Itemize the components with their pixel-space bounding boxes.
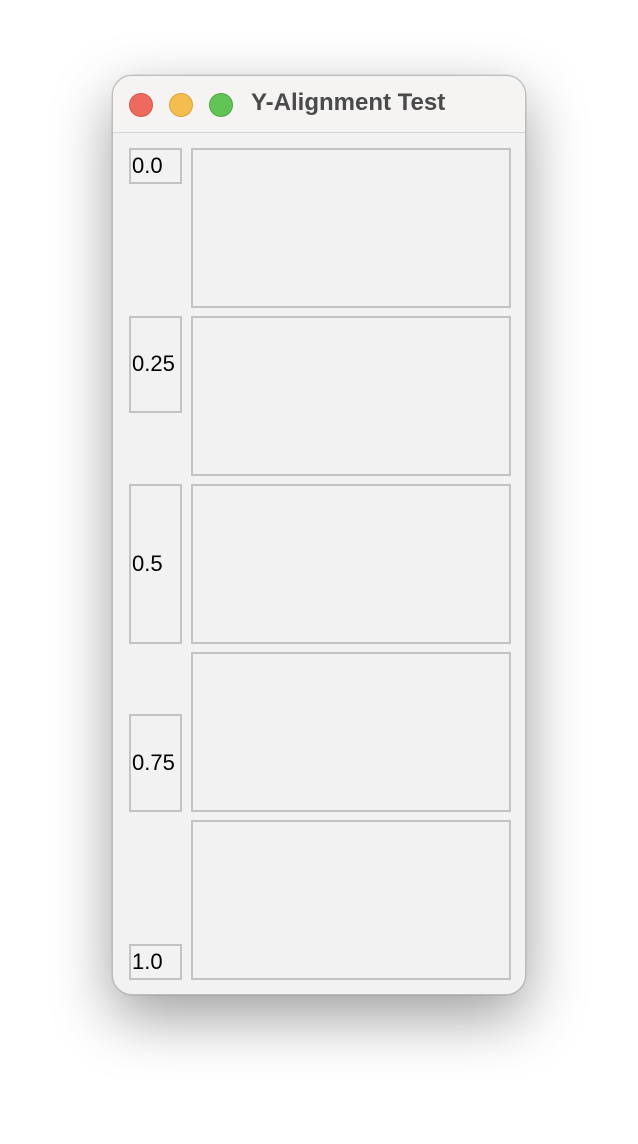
- label-1: 0.25: [132, 351, 175, 376]
- zoom-button[interactable]: [209, 93, 233, 117]
- panel-2: [191, 484, 511, 644]
- label-3-box: 0.75: [129, 714, 182, 812]
- label-2: 0.5: [132, 551, 163, 576]
- label-0-box: 0.0: [129, 148, 182, 184]
- label-3: 0.75: [132, 750, 175, 775]
- label-4-box: 1.0: [129, 944, 182, 980]
- label-2-box: 0.5: [129, 484, 182, 644]
- app-window: Y-Alignment Test 0.0 0.25 0.5 0.75 1.0: [112, 75, 526, 995]
- row-1: 0.25: [113, 316, 525, 476]
- row-3: 0.75: [113, 652, 525, 812]
- row-4: 1.0: [113, 820, 525, 980]
- label-1-box: 0.25: [129, 316, 182, 413]
- close-button[interactable]: [129, 93, 153, 117]
- row-0: 0.0: [113, 148, 525, 308]
- panel-0: [191, 148, 511, 308]
- panel-1: [191, 316, 511, 476]
- panel-3: [191, 652, 511, 812]
- minimize-button[interactable]: [169, 93, 193, 117]
- panel-4: [191, 820, 511, 980]
- window-title: Y-Alignment Test: [251, 89, 446, 116]
- label-0: 0.0: [132, 153, 163, 178]
- row-2: 0.5: [113, 484, 525, 644]
- label-4: 1.0: [132, 949, 163, 974]
- title-bar[interactable]: Y-Alignment Test: [113, 76, 525, 133]
